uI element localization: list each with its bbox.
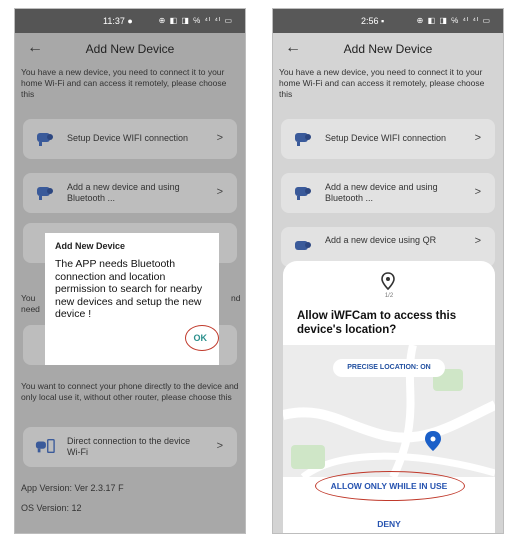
option-label: Direct connection to the device Wi-Fi [67, 436, 191, 457]
obscured-text-left-2: need [21, 304, 40, 314]
highlight-circle [315, 471, 465, 501]
chevron-right-icon: > [474, 132, 481, 144]
status-time: 2:56 ▪ [361, 16, 385, 26]
status-bar: 2:56 ▪ ⊕ ◧ ◨ ℅ ⁴ᴵ ⁴ᴵ ▭ [273, 9, 503, 33]
option-bluetooth[interactable]: Add a new device and using Bluetooth ...… [23, 173, 237, 213]
intro-text: You have a new device, you need to conne… [21, 67, 227, 99]
location-pin-icon [381, 272, 395, 291]
deny-button[interactable]: DENY [283, 519, 495, 529]
dialog-message: The APP needs Bluetooth connection and l… [55, 258, 203, 320]
precise-location-toggle[interactable]: PRECISE LOCATION: ON [333, 359, 445, 377]
dialog-title: Add New Device [55, 241, 126, 251]
camera-phone-icon [35, 438, 55, 454]
permission-question: Allow iWFCam to access this device's loc… [297, 310, 457, 336]
os-version: OS Version: 12 [21, 503, 82, 513]
status-time: 11:37 ● [103, 16, 133, 26]
option-setup-wifi[interactable]: Setup Device WIFI connection > [281, 119, 495, 159]
option-setup-wifi[interactable]: Setup Device WIFI connection > [23, 119, 237, 159]
chevron-right-icon: > [474, 235, 481, 247]
page-title: Add New Device [343, 42, 433, 56]
camera-icon [295, 187, 311, 200]
step-indicator: 1/2 [384, 293, 394, 299]
app-version: App Version: Ver 2.3.17 F [21, 483, 124, 493]
chevron-right-icon: > [216, 186, 223, 198]
option-label: Setup Device WIFI connection [325, 133, 447, 143]
option-direct-wifi[interactable]: Direct connection to the device Wi-Fi > [23, 427, 237, 467]
direct-connect-text: You want to connect your phone directly … [21, 381, 239, 402]
phone-screenshot-right: 2:56 ▪ ⊕ ◧ ◨ ℅ ⁴ᴵ ⁴ᴵ ▭ ← Add New Device … [272, 8, 504, 534]
obscured-text-right: nd [231, 293, 241, 303]
option-label: Add a new device and using Bluetooth ... [67, 182, 180, 203]
phone-screenshot-left: 11:37 ● ⊕ ◧ ◨ ℅ ⁴ᴵ ⁴ᴵ ▭ ← Add New Device… [14, 8, 246, 534]
location-map: PRECISE LOCATION: ON [283, 344, 495, 480]
obscured-text-left: You [21, 293, 36, 303]
page-title: Add New Device [85, 42, 175, 56]
app-header: ← Add New Device [15, 33, 245, 65]
option-label: Add a new device using QR [325, 235, 437, 245]
highlight-circle [185, 325, 219, 351]
camera-icon [37, 187, 53, 200]
option-label: Add a new device and using Bluetooth ... [325, 182, 438, 203]
option-bluetooth[interactable]: Add a new device and using Bluetooth ...… [281, 173, 495, 213]
app-header: ← Add New Device [273, 33, 503, 65]
camera-icon [295, 133, 311, 146]
intro-text: You have a new device, you need to conne… [279, 67, 485, 99]
status-icons: ⊕ ◧ ◨ ℅ ⁴ᴵ ⁴ᴵ ▭ [158, 16, 233, 25]
status-bar: 11:37 ● ⊕ ◧ ◨ ℅ ⁴ᴵ ⁴ᴵ ▭ [15, 9, 245, 33]
camera-icon [37, 133, 53, 146]
chevron-right-icon: > [216, 132, 223, 144]
chevron-right-icon: > [216, 440, 223, 452]
bluetooth-permission-dialog: Add New Device The APP needs Bluetooth c… [45, 233, 219, 365]
status-icons: ⊕ ◧ ◨ ℅ ⁴ᴵ ⁴ᴵ ▭ [416, 16, 491, 25]
chevron-right-icon: > [474, 186, 481, 198]
camera-icon [295, 241, 311, 250]
option-label: Setup Device WIFI connection [67, 133, 189, 143]
location-permission-sheet: 1/2 Allow iWFCam to access this device's… [283, 261, 495, 533]
